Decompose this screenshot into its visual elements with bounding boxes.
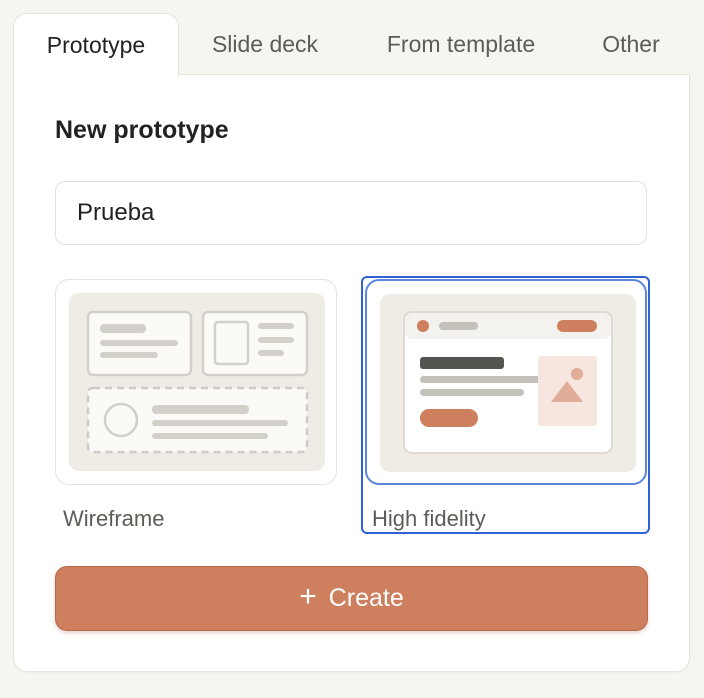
- high-fidelity-preview: [380, 294, 636, 472]
- plus-icon: +: [299, 580, 317, 613]
- tab-from-template[interactable]: From template: [363, 13, 559, 75]
- form-title: New prototype: [55, 116, 229, 144]
- wireframe-option-card[interactable]: [55, 279, 337, 485]
- high-fidelity-option-card[interactable]: [365, 279, 647, 485]
- wireframe-label: Wireframe: [63, 506, 165, 531]
- tab-bar: Prototype Slide deck From template Other: [13, 13, 688, 77]
- tab-slide-deck[interactable]: Slide deck: [185, 13, 345, 75]
- tab-prototype[interactable]: Prototype: [13, 13, 179, 77]
- prototype-name-input[interactable]: [55, 181, 647, 245]
- tab-other[interactable]: Other: [585, 13, 677, 75]
- high-fidelity-illustration: [403, 311, 613, 454]
- wireframe-preview: [69, 293, 325, 471]
- create-button[interactable]: + Create: [55, 566, 648, 631]
- wireframe-illustration: [86, 310, 309, 454]
- high-fidelity-label: High fidelity: [372, 506, 486, 531]
- create-button-label: Create: [328, 584, 404, 612]
